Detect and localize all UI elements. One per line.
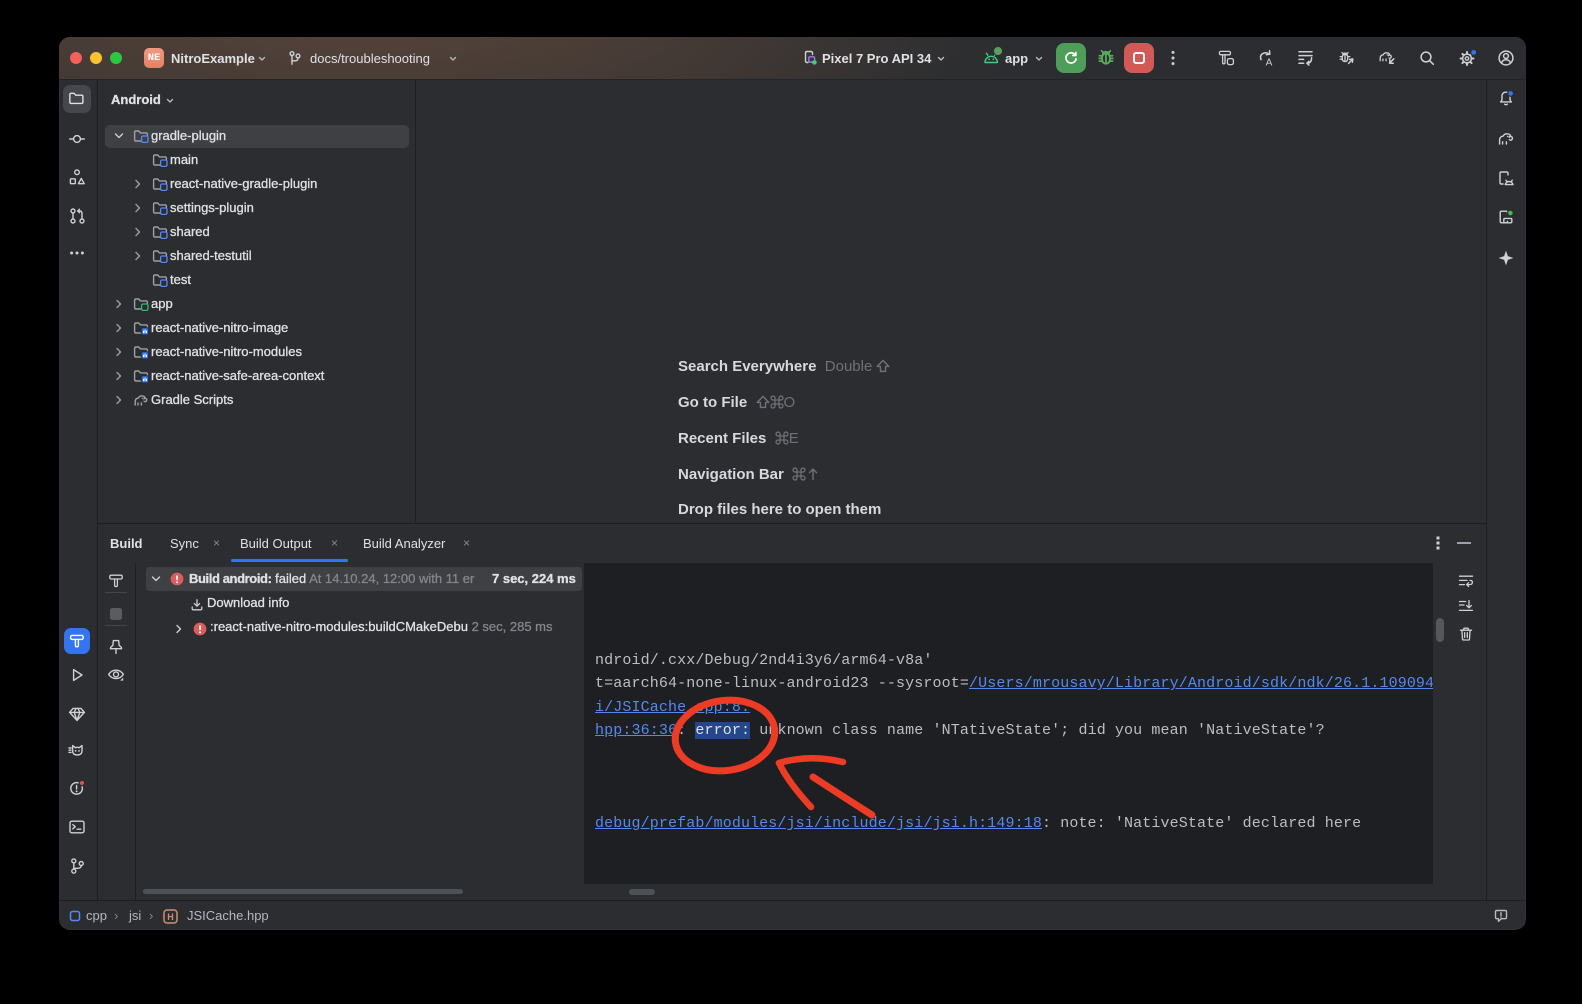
- svg-text:H: H: [167, 912, 174, 922]
- svg-text:A: A: [1266, 58, 1273, 67]
